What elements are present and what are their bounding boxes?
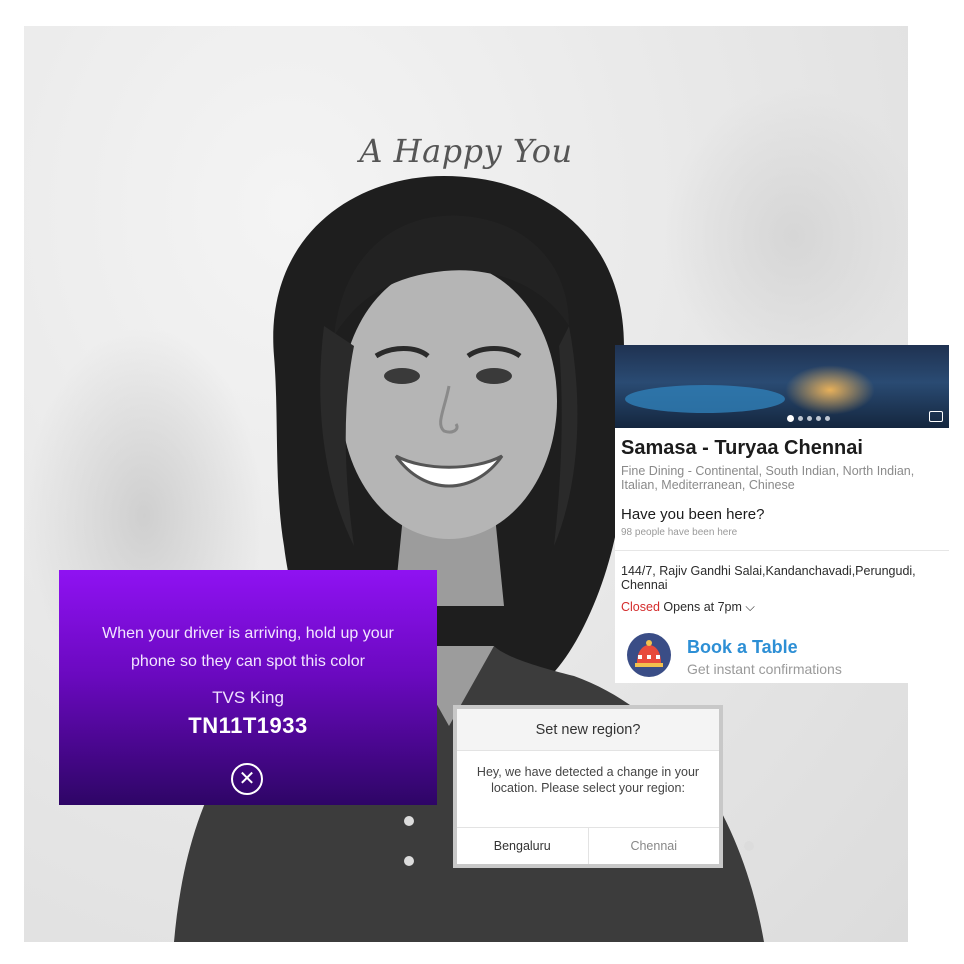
table-booking-icon [627,633,671,677]
book-table-subtitle: Get instant confirmations [687,661,842,677]
restaurant-name: Samasa - Turyaa Chennai [621,437,863,459]
region-dialog-message: Hey, we have detected a change in your l… [476,765,700,795]
poster-headline: A Happy You [359,132,573,170]
photo-carousel-dots[interactable] [787,415,830,422]
region-option-bengaluru[interactable]: Bengaluru [457,828,589,864]
gallery-icon[interactable] [929,411,943,422]
driver-color-card: When your driver is arriving, hold up yo… [59,570,437,805]
book-table-title: Book a Table [687,637,798,657]
carousel-dot[interactable] [825,416,830,421]
carousel-dot[interactable] [807,416,812,421]
carousel-dot[interactable] [787,415,794,422]
driver-color-message: When your driver is arriving, hold up yo… [102,625,394,670]
region-dialog: Set new region? Hey, we have detected a … [453,705,723,868]
restaurant-cuisine: Fine Dining - Continental, South Indian,… [621,464,915,492]
poster: A Happy You When your driver is arriving… [0,0,964,964]
carousel-dot[interactable] [798,416,803,421]
photo-pool [625,385,785,413]
close-icon[interactable]: ✕ [231,763,263,795]
restaurant-address[interactable]: 144/7, Rajiv Gandhi Salai,Kandanchavadi,… [621,564,947,592]
divider [615,550,949,551]
carousel-dot[interactable] [816,416,821,421]
book-a-table-button[interactable]: Book a Table Get instant confirmations [627,633,937,679]
been-here-prompt[interactable]: Have you been here? [621,506,764,523]
status-closed: Closed [621,600,660,614]
region-dialog-title: Set new region? [457,709,719,751]
vehicle-model: TVS King [212,688,284,707]
restaurant-card: Samasa - Turyaa Chennai Fine Dining - Co… [615,345,949,683]
opening-hours[interactable]: Closed Opens at 7pm ⌵ [621,600,755,615]
vehicle-plate-number: TN11T1933 [188,713,308,738]
photo-lights [785,365,875,415]
region-options: Bengaluru Chennai [457,827,719,864]
restaurant-photo[interactable] [615,345,949,428]
region-option-chennai[interactable]: Chennai [589,828,720,864]
opening-time: Opens at 7pm [663,600,742,614]
region-dialog-panel: Set new region? Hey, we have detected a … [457,709,719,864]
chevron-down-icon[interactable]: ⌵ [745,600,754,614]
been-here-count: 98 people have been here [621,527,738,538]
